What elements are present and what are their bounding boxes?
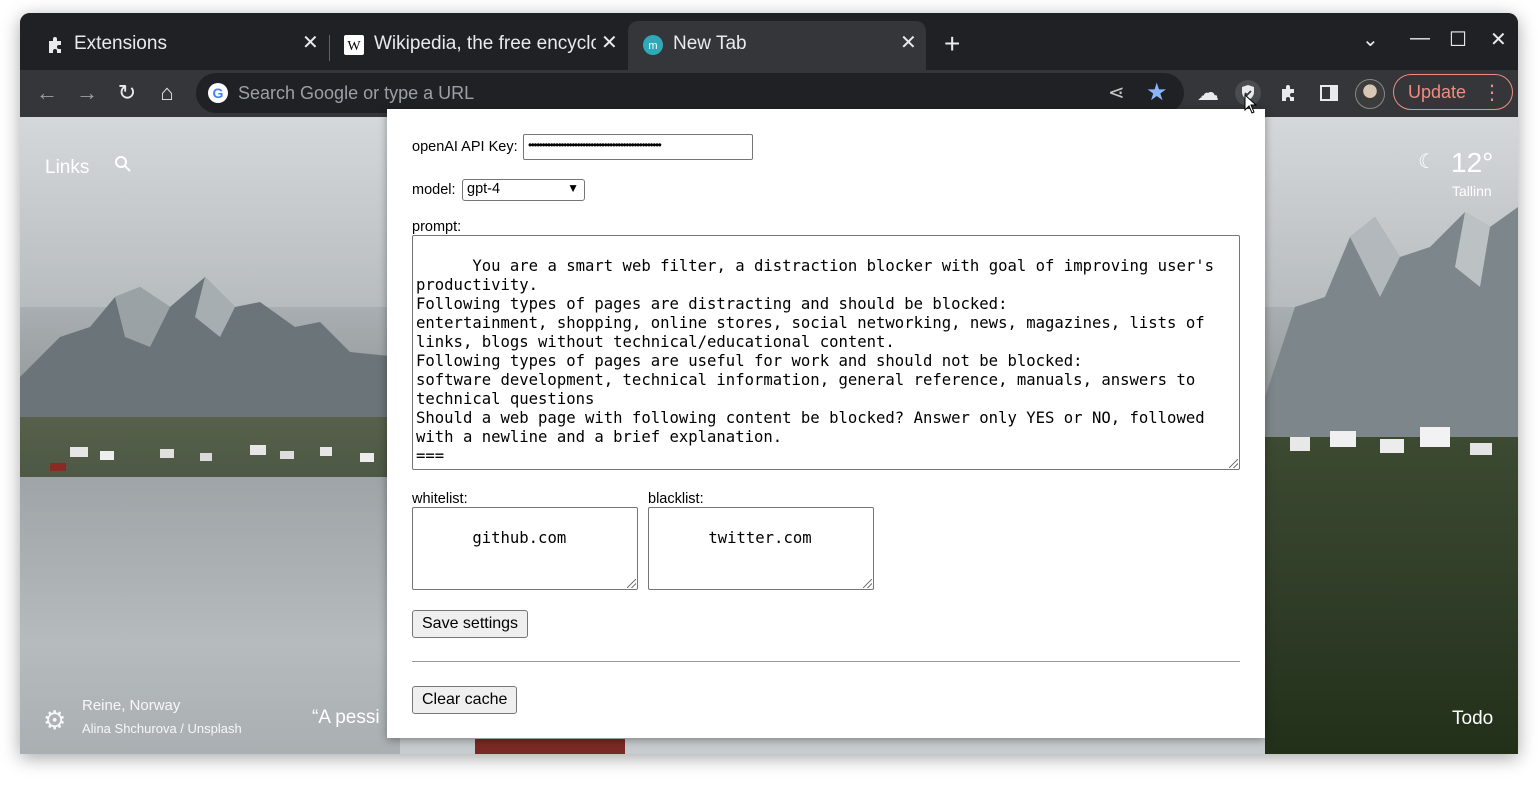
home-icon[interactable]: ⌂ xyxy=(154,80,180,106)
background-red-house xyxy=(475,739,625,754)
blacklist-text: twitter.com xyxy=(708,529,812,547)
background-forest xyxy=(1265,437,1518,754)
tab-new-tab[interactable]: m New Tab ✕ xyxy=(628,21,926,70)
chevron-down-icon: ▼ xyxy=(567,181,579,195)
mouse-cursor-icon xyxy=(1244,94,1258,114)
share-icon[interactable]: ⋖ xyxy=(1108,80,1125,105)
whitelist-label: whitelist: xyxy=(412,491,468,507)
photo-credit[interactable]: Alina Shchurova / Unsplash xyxy=(82,721,242,736)
svg-text:W: W xyxy=(347,39,361,54)
resize-grip-icon[interactable] xyxy=(1229,459,1238,468)
browser-window: Extensions ✕ W Wikipedia, the free encyc… xyxy=(20,13,1518,754)
whitelist-textarea[interactable]: github.com xyxy=(412,507,638,590)
omnibox[interactable]: G Search Google or type a URL ⋖ ★ xyxy=(196,73,1184,113)
side-panel-icon[interactable] xyxy=(1316,80,1342,106)
settings-gear-icon[interactable]: ⚙ xyxy=(43,705,66,736)
tab-extensions[interactable]: Extensions ✕ xyxy=(20,21,326,70)
maximize-icon[interactable]: ☐ xyxy=(1449,27,1467,52)
prompt-text: You are a smart web filter, a distractio… xyxy=(416,257,1215,465)
prompt-textarea[interactable]: You are a smart web filter, a distractio… xyxy=(412,235,1240,470)
weather-temperature[interactable]: 12° xyxy=(1451,147,1493,179)
photo-location: Reine, Norway xyxy=(82,697,181,714)
weather-city: Tallinn xyxy=(1452,183,1492,199)
minimize-icon[interactable]: — xyxy=(1410,27,1430,50)
cloud-extension-icon[interactable]: ☁ xyxy=(1195,80,1221,106)
save-settings-button[interactable]: Save settings xyxy=(412,610,529,638)
model-selected-value: gpt-4 xyxy=(467,181,501,197)
new-tab-plus-icon[interactable]: + xyxy=(944,30,960,58)
tab-wikipedia[interactable]: W Wikipedia, the free encyclopedia ✕ xyxy=(326,21,628,70)
links-button[interactable]: Links xyxy=(45,157,89,179)
blacklist-label: blacklist: xyxy=(648,491,704,507)
omnibox-placeholder: Search Google or type a URL xyxy=(238,83,475,103)
update-label: Update xyxy=(1408,82,1467,102)
search-icon[interactable] xyxy=(114,155,132,173)
extension-popup: openAI API Key: ••••••••••••••••••••••••… xyxy=(387,109,1265,738)
tab-strip: Extensions ✕ W Wikipedia, the free encyc… xyxy=(20,13,1518,70)
close-tab-icon[interactable]: ✕ xyxy=(900,33,917,53)
svg-text:m: m xyxy=(648,40,657,52)
model-select[interactable]: gpt-4 ▼ xyxy=(462,179,585,201)
close-tab-icon[interactable]: ✕ xyxy=(601,33,618,53)
menu-dots-icon[interactable]: ⋮ xyxy=(1482,80,1502,105)
profile-avatar[interactable] xyxy=(1355,79,1385,109)
divider xyxy=(412,661,1240,662)
tab-title: New Tab xyxy=(673,33,747,54)
momentum-icon: m xyxy=(643,35,663,55)
puzzle-extensions-icon[interactable] xyxy=(1276,80,1302,106)
api-key-label: openAI API Key: xyxy=(412,139,518,155)
bookmark-star-icon[interactable]: ★ xyxy=(1146,78,1168,107)
resize-grip-icon[interactable] xyxy=(863,579,872,588)
update-button[interactable]: Update ⋮ xyxy=(1393,74,1513,110)
back-icon[interactable]: ← xyxy=(34,80,60,106)
todo-button[interactable]: Todo xyxy=(1452,708,1493,730)
tab-title: Wikipedia, the free encyclopedia xyxy=(374,33,596,54)
api-key-input[interactable]: ••••••••••••••••••••••••••••••••••••••••… xyxy=(523,134,753,160)
tab-title: Extensions xyxy=(74,33,167,54)
model-label: model: xyxy=(412,182,456,198)
daily-quote: “A pessi xyxy=(312,707,380,728)
wikipedia-icon: W xyxy=(344,35,364,55)
reload-icon[interactable]: ↻ xyxy=(114,80,140,106)
moon-icon: ☾ xyxy=(1418,151,1436,173)
clear-cache-button[interactable]: Clear cache xyxy=(412,686,518,714)
whitelist-text: github.com xyxy=(472,529,567,547)
close-window-icon[interactable]: ✕ xyxy=(1490,27,1507,52)
svg-text:G: G xyxy=(213,85,224,101)
tab-search-chevron-icon[interactable]: ⌄ xyxy=(1362,27,1379,52)
prompt-label: prompt: xyxy=(412,219,462,235)
forward-icon[interactable]: → xyxy=(74,80,100,106)
puzzle-icon xyxy=(46,35,66,55)
resize-grip-icon[interactable] xyxy=(627,579,636,588)
close-tab-icon[interactable]: ✕ xyxy=(302,33,319,53)
blacklist-textarea[interactable]: twitter.com xyxy=(648,507,874,590)
google-g-icon: G xyxy=(208,83,228,103)
background-houses-right xyxy=(1290,427,1492,455)
